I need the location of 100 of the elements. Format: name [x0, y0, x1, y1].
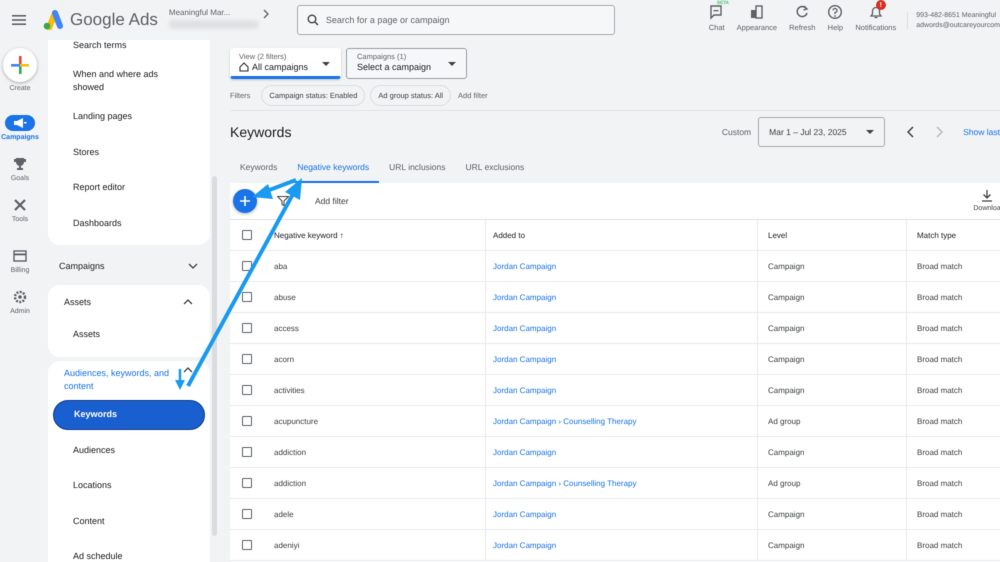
campaign-link[interactable]: Jordan Campaign: [493, 354, 556, 364]
megaphone-icon: [12, 117, 27, 129]
date-range-dropdown[interactable]: Mar 1 – Jul 23, 2025: [758, 117, 886, 147]
refresh-icon: [794, 4, 810, 20]
table-cell: Broad match: [917, 478, 962, 488]
column-header[interactable]: Match type: [907, 220, 1000, 250]
table-cell: Broad match: [917, 510, 962, 518]
table-cell: acorn: [274, 354, 294, 364]
credit-card-icon: [13, 250, 27, 262]
sidebar-item[interactable]: Search terms: [53, 40, 205, 64]
scrollbar[interactable]: [212, 176, 217, 536]
section-header[interactable]: Audiences, keywords, and content: [53, 360, 205, 396]
section-header[interactable]: Campaigns: [48, 249, 210, 281]
tab[interactable]: Keywords: [230, 153, 288, 183]
checkbox[interactable]: [242, 416, 252, 426]
table-cell: Campaign: [768, 324, 804, 332]
campaign-link[interactable]: Jordan Campaign: [493, 292, 556, 302]
column-header[interactable]: Added to: [486, 220, 758, 250]
table-cell: adele: [274, 510, 294, 518]
add-filter-button[interactable]: Add filter: [315, 196, 349, 206]
checkbox[interactable]: [242, 385, 252, 395]
checkbox[interactable]: [242, 540, 252, 550]
date-range-label: Custom: [722, 127, 752, 137]
checkbox[interactable]: [242, 354, 252, 364]
table-cell: addiction: [274, 448, 306, 456]
previous-icon[interactable]: [907, 126, 914, 138]
table-cell: Broad match: [917, 540, 962, 550]
add-button[interactable]: [233, 189, 257, 213]
campaign-link[interactable]: Jordan Campaign › Counselling Therapy: [493, 416, 636, 426]
sidebar-item[interactable]: Keywords: [53, 400, 205, 430]
table-cell: Broad match: [917, 354, 962, 364]
search-icon: [306, 14, 319, 26]
tools-icon: [13, 198, 27, 212]
section-header[interactable]: Assets: [53, 285, 205, 317]
campaign-link[interactable]: Jordan Campaign: [493, 448, 556, 456]
table-cell: adeniyi: [274, 540, 300, 550]
table-cell: activities: [274, 386, 305, 394]
chevron-icon: [183, 366, 193, 372]
checkbox[interactable]: [242, 230, 252, 240]
table-cell: Broad match: [917, 448, 962, 456]
bar-chart-icon: [748, 4, 765, 20]
table-cell: Campaign: [768, 354, 804, 364]
tab[interactable]: URL exclusions: [456, 153, 534, 183]
sidebar-item[interactable]: Ad schedule: [53, 539, 205, 562]
sidebar-item[interactable]: When and where ads showed: [53, 64, 205, 99]
search-field[interactable]: Search for a page or campaign: [296, 5, 615, 35]
campaign-link[interactable]: Jordan Campaign: [493, 386, 556, 394]
sidebar-item[interactable]: Landing pages: [53, 99, 205, 134]
checkbox[interactable]: [242, 478, 252, 488]
column-header[interactable]: Level: [758, 220, 907, 250]
checkbox[interactable]: [242, 292, 252, 302]
checkbox[interactable]: [242, 447, 252, 457]
table-cell: aba: [274, 262, 288, 270]
menu-icon[interactable]: [12, 15, 26, 25]
table-cell: Campaign: [768, 448, 804, 456]
column-header[interactable]: Negative keyword ↑: [260, 220, 486, 250]
caret-icon: [448, 62, 456, 66]
campaign-link[interactable]: Jordan Campaign: [493, 324, 556, 332]
chevron-icon: [188, 263, 198, 269]
chevron-right-icon[interactable]: [262, 9, 269, 19]
checkbox[interactable]: [242, 509, 252, 519]
table-cell: acupuncture: [274, 416, 318, 426]
tab[interactable]: URL inclusions: [379, 153, 456, 183]
download-icon: [981, 190, 993, 202]
table-cell: addiction: [274, 478, 306, 488]
home-icon: [239, 62, 249, 72]
campaign-link[interactable]: Jordan Campaign › Counselling Therapy: [493, 478, 636, 488]
campaign-link[interactable]: Jordan Campaign: [493, 540, 556, 550]
table-cell: Ad group: [768, 416, 800, 426]
filter-icon[interactable]: [277, 196, 289, 206]
sidebar-item[interactable]: Locations: [53, 468, 205, 504]
sidebar-item[interactable]: Assets: [53, 317, 205, 352]
table-cell: Campaign: [768, 510, 804, 518]
sidebar-item[interactable]: Content: [53, 504, 205, 539]
table-cell: Broad match: [917, 324, 962, 332]
table-cell: abuse: [274, 292, 296, 302]
sidebar-item[interactable]: Dashboards: [53, 206, 205, 241]
table-cell: Broad match: [917, 292, 962, 302]
sidebar-item[interactable]: Report editor: [53, 170, 205, 206]
sidebar-item[interactable]: Stores: [53, 134, 205, 170]
show-last-link[interactable]: Show last: [963, 127, 1000, 137]
checkbox[interactable]: [242, 261, 252, 271]
logo-icon: [42, 10, 64, 30]
sidebar-item[interactable]: Audiences: [53, 432, 205, 468]
table-cell: Campaign: [768, 540, 804, 550]
table-cell: Broad match: [917, 416, 962, 426]
caret-icon: [322, 62, 330, 66]
account-name[interactable]: Meaningful Mar...: [168, 8, 259, 16]
plus-icon: [240, 196, 250, 206]
bell-icon: [868, 4, 884, 20]
trophy-icon: [13, 157, 27, 171]
plus-icon: [10, 55, 30, 75]
help-icon: [827, 4, 844, 20]
table-cell: Ad group: [768, 478, 800, 488]
campaign-link[interactable]: Jordan Campaign: [493, 262, 556, 270]
table-cell: Broad match: [917, 386, 962, 394]
table-cell: Campaign: [768, 262, 804, 270]
checkbox[interactable]: [242, 323, 252, 333]
campaign-link[interactable]: Jordan Campaign: [493, 510, 556, 518]
caret-icon: [866, 130, 874, 134]
